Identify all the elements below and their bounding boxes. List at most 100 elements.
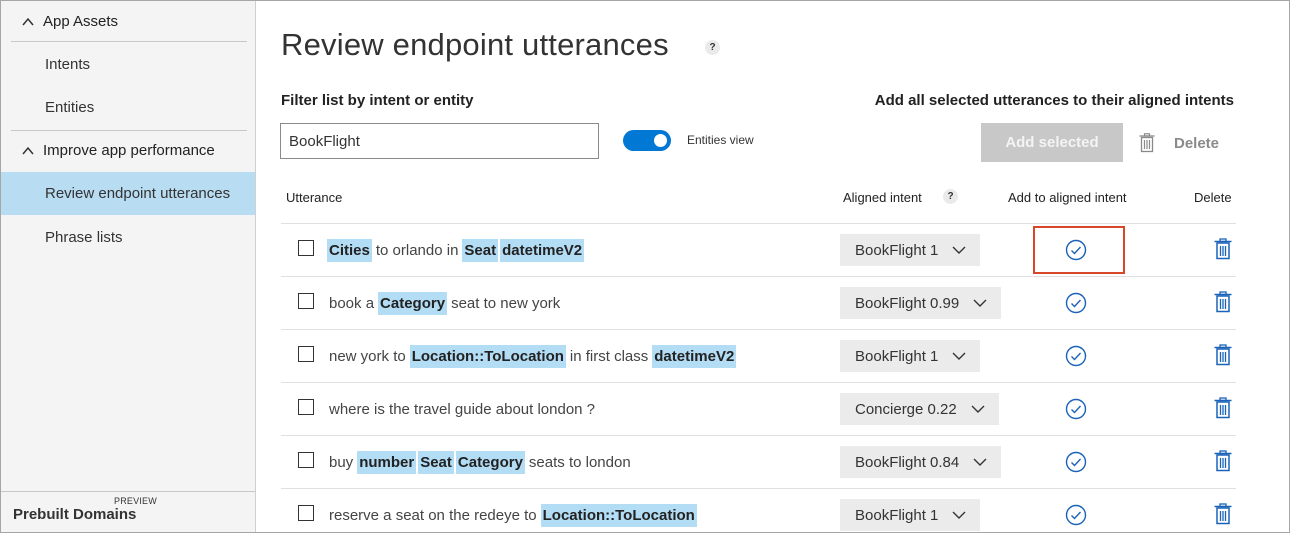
- utterance-token: where is the travel guide about london ?: [329, 400, 596, 418]
- add-to-aligned-intent-button[interactable]: [1065, 451, 1087, 478]
- row-checkbox[interactable]: [298, 293, 314, 309]
- add-to-aligned-intent-button[interactable]: [1065, 504, 1087, 531]
- utterance-token: reserve a seat on the redeye to: [329, 506, 537, 524]
- check-circle-icon: [1065, 451, 1087, 473]
- column-header-aligned-intent: Aligned intent: [843, 190, 922, 205]
- entity-label[interactable]: datetimeV2: [652, 344, 737, 368]
- chevron-down-icon: [952, 246, 966, 254]
- sidebar-item-phrase-lists[interactable]: Phrase lists: [1, 216, 255, 258]
- chevron-down-icon: [973, 458, 987, 466]
- add-to-aligned-intent-button[interactable]: [1065, 345, 1087, 372]
- trash-icon: [1214, 503, 1232, 525]
- add-selected-description: Add all selected utterances to their ali…: [874, 92, 1234, 109]
- add-to-aligned-intent-button[interactable]: [1065, 398, 1087, 425]
- entity-label[interactable]: Seat: [462, 238, 499, 262]
- filter-label: Filter list by intent or entity: [281, 92, 474, 109]
- help-icon[interactable]: ?: [943, 189, 958, 204]
- utterance-token: to orlando in: [375, 241, 459, 259]
- aligned-intent-value: BookFlight 1: [855, 347, 939, 365]
- sidebar-item-label: Intents: [45, 55, 91, 73]
- check-circle-icon: [1065, 504, 1087, 526]
- utterance-token: buy: [329, 453, 354, 471]
- sidebar: App Assets Intents Entities Improve app …: [1, 1, 256, 532]
- chevron-up-icon: [22, 17, 34, 25]
- sidebar-item-entities[interactable]: Entities: [1, 86, 255, 128]
- delete-row-button[interactable]: [1214, 450, 1232, 477]
- trash-icon: [1214, 291, 1232, 313]
- entity-label[interactable]: Location::ToLocation: [540, 503, 697, 527]
- column-header-delete: Delete: [1194, 190, 1232, 205]
- trash-icon: [1139, 133, 1155, 153]
- utterance-text: new york to Location::ToLocation in first …: [326, 343, 737, 369]
- filter-input[interactable]: [280, 123, 599, 159]
- sidebar-item-label: Entities: [45, 98, 95, 116]
- add-to-aligned-intent-button[interactable]: [1065, 292, 1087, 319]
- entity-label[interactable]: Category: [378, 291, 448, 315]
- trash-icon: [1214, 344, 1232, 366]
- utterance-token: new york to: [329, 347, 406, 365]
- chevron-down-icon: [952, 511, 966, 519]
- delete-button-label: Delete: [1174, 134, 1220, 152]
- entities-view-toggle[interactable]: [623, 130, 671, 151]
- utterance-text: Cities to orlando in Seat datetimeV2: [326, 237, 585, 263]
- entity-label[interactable]: Seat: [418, 450, 454, 474]
- utterance-token: book a: [329, 294, 375, 312]
- aligned-intent-dropdown[interactable]: BookFlight 1: [840, 340, 981, 372]
- sidebar-section-label: Improve app performance: [43, 142, 215, 159]
- toggle-knob: [654, 134, 667, 147]
- sidebar-item-review-endpoint-utterances[interactable]: Review endpoint utterances: [1, 172, 255, 215]
- delete-row-button[interactable]: [1214, 344, 1232, 371]
- utterance-text: buy number Seat Category seats to london: [326, 449, 634, 475]
- aligned-intent-dropdown[interactable]: BookFlight 1: [840, 234, 981, 266]
- delete-row-button[interactable]: [1214, 291, 1232, 318]
- help-icon[interactable]: ?: [705, 40, 720, 55]
- utterance-token: seat to new york: [451, 294, 561, 312]
- delete-row-button[interactable]: [1214, 397, 1232, 424]
- row-checkbox[interactable]: [298, 346, 314, 362]
- utterance-text: where is the travel guide about london ?: [326, 396, 598, 422]
- utterance-text: reserve a seat on the redeye to Location:…: [326, 502, 698, 528]
- sidebar-item-label: Review endpoint utterances: [45, 185, 231, 202]
- row-checkbox[interactable]: [298, 452, 314, 468]
- entity-label[interactable]: number: [357, 450, 417, 474]
- sidebar-item-intents[interactable]: Intents: [1, 43, 255, 85]
- sidebar-section-label: App Assets: [43, 13, 119, 30]
- aligned-intent-value: BookFlight 1: [855, 241, 939, 259]
- trash-icon: [1214, 397, 1232, 419]
- app-window: App Assets Intents Entities Improve app …: [0, 0, 1290, 533]
- check-circle-icon: [1065, 345, 1087, 367]
- entity-label[interactable]: Location::ToLocation: [409, 344, 566, 368]
- main-content: Review endpoint utterances ? Filter list…: [257, 1, 1289, 532]
- aligned-intent-value: BookFlight 1: [855, 506, 939, 524]
- utterance-token: seats to london: [528, 453, 631, 471]
- row-checkbox[interactable]: [298, 505, 314, 521]
- entity-label[interactable]: datetimeV2: [500, 238, 585, 262]
- delete-button[interactable]: Delete: [1139, 133, 1219, 153]
- chevron-down-icon: [971, 405, 985, 413]
- add-selected-button[interactable]: Add selected: [981, 123, 1123, 162]
- aligned-intent-dropdown[interactable]: Concierge 0.22: [840, 393, 999, 425]
- sidebar-item-label: Phrase lists: [45, 228, 123, 246]
- row-checkbox[interactable]: [298, 399, 314, 415]
- page-title: Review endpoint utterances: [281, 27, 669, 62]
- row-checkbox[interactable]: [298, 240, 314, 256]
- check-circle-icon: [1065, 398, 1087, 420]
- chevron-down-icon: [952, 352, 966, 360]
- check-circle-icon: [1065, 292, 1087, 314]
- aligned-intent-value: Concierge 0.22: [855, 400, 957, 418]
- aligned-intent-dropdown[interactable]: BookFlight 0.99: [840, 287, 1002, 319]
- callout-box: [1033, 226, 1125, 274]
- delete-row-button[interactable]: [1214, 238, 1232, 265]
- sidebar-section-improve-app-performance[interactable]: Improve app performance: [11, 130, 247, 170]
- sidebar-section-app-assets[interactable]: App Assets: [11, 2, 247, 42]
- sidebar-item-prebuilt-domains[interactable]: PREVIEW Prebuilt Domains: [1, 491, 255, 532]
- aligned-intent-value: BookFlight 0.84: [855, 453, 960, 471]
- utterance-token: in first class: [569, 347, 649, 365]
- entity-label[interactable]: Cities: [327, 238, 372, 262]
- table-row: buy number Seat Category seats to london Book…: [281, 435, 1236, 488]
- entity-label[interactable]: Category: [455, 450, 525, 474]
- trash-icon: [1214, 238, 1232, 260]
- delete-row-button[interactable]: [1214, 503, 1232, 530]
- aligned-intent-dropdown[interactable]: BookFlight 0.84: [840, 446, 1002, 478]
- aligned-intent-dropdown[interactable]: BookFlight 1: [840, 499, 981, 531]
